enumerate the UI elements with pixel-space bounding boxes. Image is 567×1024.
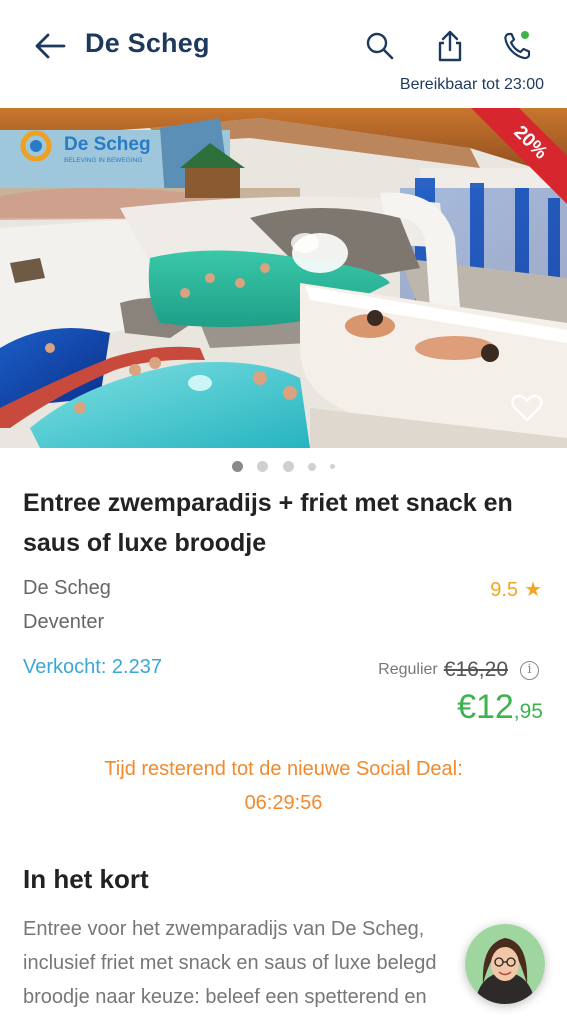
share-button[interactable] [432, 28, 468, 64]
carousel-dot[interactable] [257, 461, 269, 473]
carousel-dot[interactable] [330, 464, 336, 470]
countdown: Tijd resterend tot de nieuwe Social Deal… [0, 752, 567, 820]
reachable-hours: Bereikbaar tot 23:00 [399, 76, 544, 93]
favorite-button[interactable] [510, 392, 544, 424]
rating-value: 9.5 [490, 579, 519, 601]
regular-label: Regulier [378, 661, 438, 678]
merchant-name[interactable]: De Scheg [23, 577, 111, 600]
deal-title: Entree zwemparadijs + friet met snack en… [23, 489, 513, 557]
phone-icon [504, 31, 531, 60]
back-arrow-icon [35, 33, 66, 59]
online-status-dot [521, 31, 529, 39]
countdown-timer: 06:29:56 [244, 792, 323, 814]
price-main: €12 [457, 688, 514, 726]
countdown-label: Tijd resterend tot de nieuwe Social Deal… [104, 758, 463, 780]
search-button[interactable] [362, 28, 398, 64]
agent-portrait [465, 924, 545, 1004]
sold-count: Verkocht: 2.237 [23, 656, 162, 678]
carousel-dot[interactable] [307, 462, 316, 471]
price-cents: ,95 [513, 700, 543, 723]
merchant-city: Deventer [23, 611, 105, 633]
top-bar: De Scheg Bereikbaar tot 23:00 [0, 0, 567, 108]
star-icon: ★ [524, 579, 542, 601]
deal-price: €12,95 [457, 688, 543, 727]
discount-ribbon: 20% [457, 108, 567, 218]
regular-price-row: Regulier €16,20 i [378, 657, 539, 683]
info-icon[interactable]: i [520, 660, 539, 680]
carousel-dot[interactable] [282, 461, 294, 473]
deal-image-carousel[interactable]: De Scheg BELEVING IN BEWEGING 20% [0, 108, 567, 448]
search-icon [366, 32, 394, 60]
page-title: De Scheg [85, 28, 210, 58]
discount-badge: 20% [464, 108, 567, 209]
summary-heading: In het kort [23, 864, 149, 894]
rating[interactable]: 9.5 ★ [490, 577, 542, 602]
carousel-dot-active[interactable] [231, 461, 243, 473]
back-button[interactable] [30, 28, 70, 64]
summary-text: Entree voor het zwemparadijs van De Sche… [23, 918, 437, 1008]
heart-outline-icon [511, 394, 543, 422]
svg-text:BELEVING IN BEWEGING: BELEVING IN BEWEGING [64, 157, 142, 164]
svg-text:De Scheg: De Scheg [64, 134, 151, 155]
share-icon [438, 30, 462, 62]
call-button[interactable] [500, 28, 536, 64]
carousel-indicator [0, 458, 567, 473]
customer-service-avatar[interactable] [465, 924, 545, 1004]
regular-price: €16,20 [443, 658, 508, 681]
